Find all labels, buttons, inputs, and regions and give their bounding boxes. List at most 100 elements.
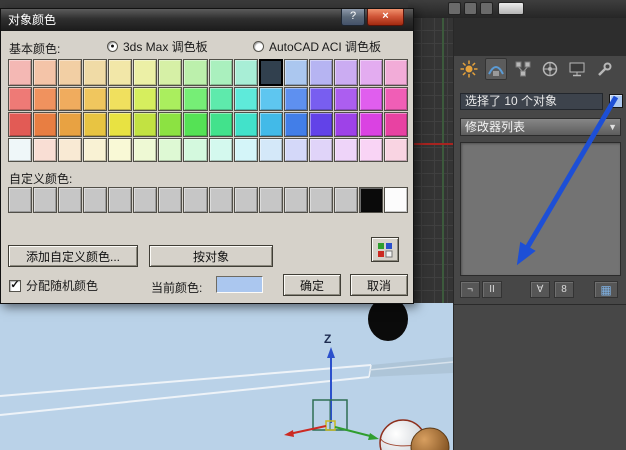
custom-color-swatch[interactable]	[333, 187, 358, 213]
basic-color-swatch[interactable]	[358, 112, 383, 137]
basic-color-swatch[interactable]	[158, 137, 183, 162]
basic-color-swatch[interactable]	[8, 86, 33, 111]
basic-color-swatch[interactable]	[258, 86, 283, 111]
basic-color-swatch[interactable]	[58, 86, 83, 111]
remove-modifier-button[interactable]: 8	[554, 281, 574, 298]
basic-color-swatch[interactable]	[308, 86, 333, 111]
basic-color-swatch[interactable]	[233, 112, 258, 137]
basic-color-swatch[interactable]	[83, 59, 108, 86]
basic-color-swatch[interactable]	[58, 59, 83, 86]
current-color-swatch[interactable]	[216, 276, 263, 293]
basic-color-swatch[interactable]	[8, 59, 33, 86]
basic-color-swatch[interactable]	[133, 86, 158, 111]
toolbar-icon-1[interactable]	[448, 2, 461, 15]
custom-color-swatch[interactable]	[383, 187, 408, 213]
basic-color-swatch[interactable]	[158, 112, 183, 137]
basic-color-swatch[interactable]	[33, 86, 58, 111]
custom-color-swatch[interactable]	[283, 187, 308, 213]
basic-color-swatch[interactable]	[358, 137, 383, 162]
basic-color-swatch[interactable]	[83, 137, 108, 162]
basic-color-swatch[interactable]	[358, 59, 383, 86]
basic-color-swatch[interactable]	[183, 86, 208, 111]
basic-color-swatch[interactable]	[333, 112, 358, 137]
basic-color-swatch[interactable]	[33, 112, 58, 137]
basic-color-swatch[interactable]	[383, 59, 408, 86]
basic-color-swatch[interactable]	[158, 86, 183, 111]
by-object-button[interactable]: 按对象	[149, 245, 273, 267]
basic-color-swatch[interactable]	[283, 86, 308, 111]
basic-color-swatch[interactable]	[208, 112, 233, 137]
custom-color-swatch[interactable]	[233, 187, 258, 213]
custom-color-swatch[interactable]	[83, 187, 108, 213]
basic-color-swatch[interactable]	[58, 112, 83, 137]
basic-color-swatch[interactable]	[83, 86, 108, 111]
basic-color-swatch[interactable]	[233, 59, 258, 86]
basic-color-swatch[interactable]	[58, 137, 83, 162]
basic-color-swatch[interactable]	[283, 59, 308, 86]
selection-status-field[interactable]: 选择了 10 个对象	[460, 93, 603, 110]
basic-color-swatch[interactable]	[8, 137, 33, 162]
select-by-color-button[interactable]	[371, 237, 399, 262]
basic-color-swatch[interactable]	[233, 86, 258, 111]
basic-color-swatch[interactable]	[158, 59, 183, 86]
object-color-swatch[interactable]	[609, 94, 623, 108]
basic-color-swatch[interactable]	[108, 59, 133, 86]
basic-color-swatch[interactable]	[183, 137, 208, 162]
basic-color-swatch[interactable]	[133, 112, 158, 137]
basic-color-swatch[interactable]	[383, 137, 408, 162]
close-button[interactable]: ×	[367, 9, 404, 26]
assign-random-checkbox[interactable]: ✓ 分配随机颜色	[9, 277, 98, 294]
custom-color-swatch[interactable]	[158, 187, 183, 213]
basic-color-swatch[interactable]	[33, 59, 58, 86]
tab-modify[interactable]	[485, 58, 507, 80]
basic-color-swatch[interactable]	[383, 86, 408, 111]
cancel-button[interactable]: 取消	[350, 274, 408, 296]
basic-color-swatch[interactable]	[383, 112, 408, 137]
basic-color-swatch[interactable]	[308, 59, 333, 86]
basic-color-swatch[interactable]	[108, 137, 133, 162]
tab-hierarchy[interactable]	[512, 58, 534, 80]
basic-color-swatch[interactable]	[133, 59, 158, 86]
help-button[interactable]: ?	[341, 9, 365, 26]
custom-color-swatch[interactable]	[108, 187, 133, 213]
basic-color-swatch[interactable]	[258, 112, 283, 137]
basic-color-swatch[interactable]	[8, 112, 33, 137]
basic-color-swatch[interactable]	[133, 137, 158, 162]
custom-color-swatch[interactable]	[33, 187, 58, 213]
basic-color-swatch[interactable]	[183, 59, 208, 86]
custom-color-swatch[interactable]	[308, 187, 333, 213]
basic-color-swatch[interactable]	[308, 112, 333, 137]
radio-3dsmax-palette[interactable]: ● 3ds Max 调色板	[107, 38, 208, 55]
custom-color-swatch[interactable]	[358, 187, 383, 213]
custom-color-swatch[interactable]	[58, 187, 83, 213]
basic-color-swatch[interactable]	[333, 137, 358, 162]
radio-autocad-palette[interactable]: AutoCAD ACI 调色板	[253, 38, 381, 55]
basic-color-swatch[interactable]	[258, 137, 283, 162]
tab-utilities[interactable]	[593, 58, 615, 80]
tab-create[interactable]	[458, 58, 480, 80]
make-unique-button[interactable]: ∀	[530, 281, 550, 298]
basic-color-swatch[interactable]	[83, 112, 108, 137]
basic-color-swatch[interactable]	[258, 59, 283, 86]
basic-color-swatch[interactable]	[183, 112, 208, 137]
basic-color-swatch[interactable]	[208, 59, 233, 86]
dialog-titlebar[interactable]: 对象颜色 ? ×	[1, 9, 413, 31]
configure-modifier-sets-button[interactable]: ▦	[594, 281, 618, 298]
basic-color-swatch[interactable]	[283, 137, 308, 162]
basic-color-swatch[interactable]	[308, 137, 333, 162]
modifier-stack[interactable]	[460, 142, 621, 276]
basic-color-swatch[interactable]	[208, 86, 233, 111]
basic-color-swatch[interactable]	[108, 112, 133, 137]
perspective-viewport[interactable]: Z	[0, 297, 454, 450]
custom-color-swatch[interactable]	[133, 187, 158, 213]
show-end-result-button[interactable]: II	[482, 281, 502, 298]
custom-color-swatch[interactable]	[8, 187, 33, 213]
toolbar-icon-3[interactable]	[480, 2, 493, 15]
basic-color-swatch[interactable]	[333, 86, 358, 111]
add-custom-colors-button[interactable]: 添加自定义颜色...	[8, 245, 138, 267]
basic-color-swatch[interactable]	[208, 137, 233, 162]
toolbar-icon-2[interactable]	[464, 2, 477, 15]
basic-color-swatch[interactable]	[333, 59, 358, 86]
pin-stack-button[interactable]: ¬	[460, 281, 480, 298]
tab-display[interactable]	[566, 58, 588, 80]
